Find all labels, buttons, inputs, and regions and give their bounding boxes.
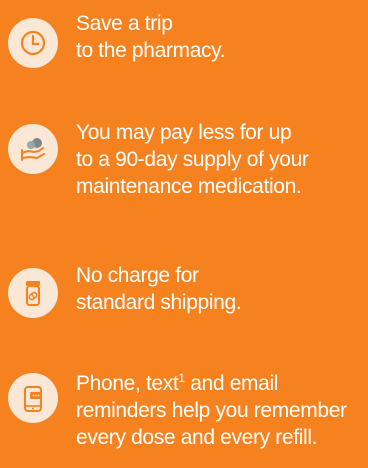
pill-bottle-icon (8, 268, 58, 318)
benefit-text-segment: Phone, text (76, 372, 179, 395)
benefit-line: maintenance medication. (76, 175, 302, 198)
benefit-line: to a 90-day supply of your (76, 148, 309, 171)
benefit-line: Save a trip (76, 12, 173, 35)
benefit-line: You may pay less for up (76, 121, 292, 144)
clock-icon (8, 18, 58, 68)
benefit-text: No charge for standard shipping. (76, 262, 242, 316)
benefit-line: standard shipping. (76, 291, 242, 314)
benefit-line-with-footnote: Phone, text1 and email (76, 370, 347, 397)
phone-reminder-icon (8, 373, 58, 423)
benefit-line: to the pharmacy. (76, 39, 226, 62)
benefit-text: You may pay less for up to a 90-day supp… (76, 119, 309, 200)
benefit-text: Phone, text1 and email reminders help yo… (76, 370, 347, 451)
benefit-text-segment: and email (184, 372, 279, 395)
benefit-text: Save a trip to the pharmacy. (76, 10, 226, 64)
benefit-line: every dose and every refill. (76, 426, 318, 449)
benefit-line: No charge for (76, 264, 199, 287)
benefits-panel: Save a trip to the pharmacy. You may pay… (0, 0, 368, 468)
hand-money-icon (8, 124, 58, 174)
benefit-line: reminders help you remember (76, 399, 347, 422)
